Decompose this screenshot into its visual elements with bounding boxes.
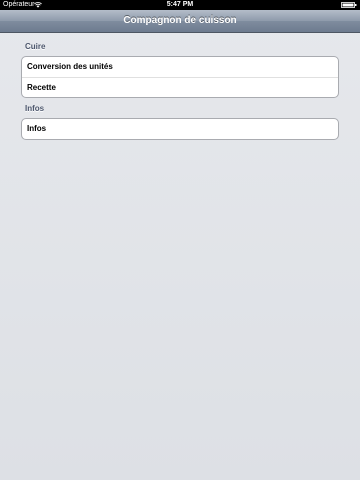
nav-title: Compagnon de cuisson — [123, 15, 237, 26]
screen: Opérateur 5:47 PM Compagnon de cuisson C… — [0, 0, 360, 480]
cell-recette[interactable]: Recette — [22, 77, 338, 97]
status-bar: Opérateur 5:47 PM — [0, 0, 360, 10]
cell-conversion-des-unites[interactable]: Conversion des unités — [22, 57, 338, 77]
status-time: 5:47 PM — [166, 1, 194, 8]
navigation-bar: Compagnon de cuisson — [0, 10, 360, 33]
battery-icon — [341, 2, 357, 8]
group-infos: Infos — [21, 118, 339, 140]
section-header-infos: Infos — [25, 104, 45, 113]
group-cuire: Conversion des unités Recette — [21, 56, 339, 98]
cell-infos[interactable]: Infos — [22, 119, 338, 139]
section-header-cuire: Cuire — [25, 42, 46, 51]
